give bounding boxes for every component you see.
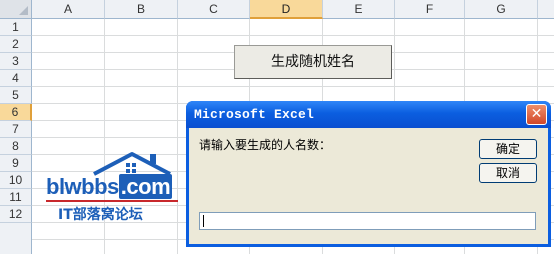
column-header-e[interactable]: E — [323, 0, 395, 19]
row-header-7[interactable]: 7 — [0, 121, 32, 138]
row-header-12[interactable]: 12 — [0, 206, 32, 223]
watermark-name: blwbbs — [46, 174, 119, 199]
text-caret — [203, 215, 204, 227]
row-header-3[interactable]: 3 — [0, 53, 32, 70]
column-header-g[interactable]: G — [465, 0, 538, 19]
row-header-1[interactable]: 1 — [0, 19, 32, 36]
input-dialog: Microsoft Excel ✕ 请输入要生成的人名数： 确定 取消 — [186, 101, 551, 247]
column-header-h[interactable] — [538, 0, 554, 19]
select-all-corner[interactable] — [0, 0, 32, 19]
watermark-text: blwbbs.com — [46, 174, 173, 200]
watermark-underline — [46, 200, 178, 202]
row-header-4[interactable]: 4 — [0, 70, 32, 87]
dialog-prompt: 请输入要生成的人名数： — [199, 138, 332, 152]
column-header-f[interactable]: F — [395, 0, 465, 19]
row-header-2[interactable]: 2 — [0, 36, 32, 53]
row-header-11[interactable]: 11 — [0, 189, 32, 206]
name-count-input[interactable] — [199, 212, 536, 230]
dialog-titlebar[interactable]: Microsoft Excel ✕ — [186, 101, 551, 128]
dialog-title: Microsoft Excel — [194, 107, 315, 122]
grid-line — [32, 35, 554, 36]
row-header-9[interactable]: 9 — [0, 155, 32, 172]
column-header-d[interactable]: D — [250, 0, 323, 19]
row-header-13[interactable] — [0, 223, 32, 254]
cancel-button[interactable]: 取消 — [479, 163, 537, 183]
dialog-body: 请输入要生成的人名数： 确定 取消 — [189, 128, 548, 244]
close-icon[interactable]: ✕ — [526, 104, 547, 125]
row-header-6[interactable]: 6 — [0, 104, 32, 121]
house-icon — [93, 152, 171, 176]
column-header-b[interactable]: B — [105, 0, 178, 19]
column-header-a[interactable]: A — [32, 0, 105, 19]
row-header-5[interactable]: 5 — [0, 87, 32, 104]
row-header-10[interactable]: 10 — [0, 172, 32, 189]
generate-random-names-button[interactable]: 生成随机姓名 — [234, 45, 392, 79]
column-header-c[interactable]: C — [178, 0, 250, 19]
site-watermark-logo: blwbbs.com IT部落窝论坛 — [40, 150, 180, 230]
watermark-dotcom: .com — [118, 174, 173, 199]
ok-button[interactable]: 确定 — [479, 139, 537, 159]
row-header-8[interactable]: 8 — [0, 138, 32, 155]
watermark-subtitle: IT部落窝论坛 — [58, 207, 143, 223]
grid-line — [32, 86, 554, 87]
